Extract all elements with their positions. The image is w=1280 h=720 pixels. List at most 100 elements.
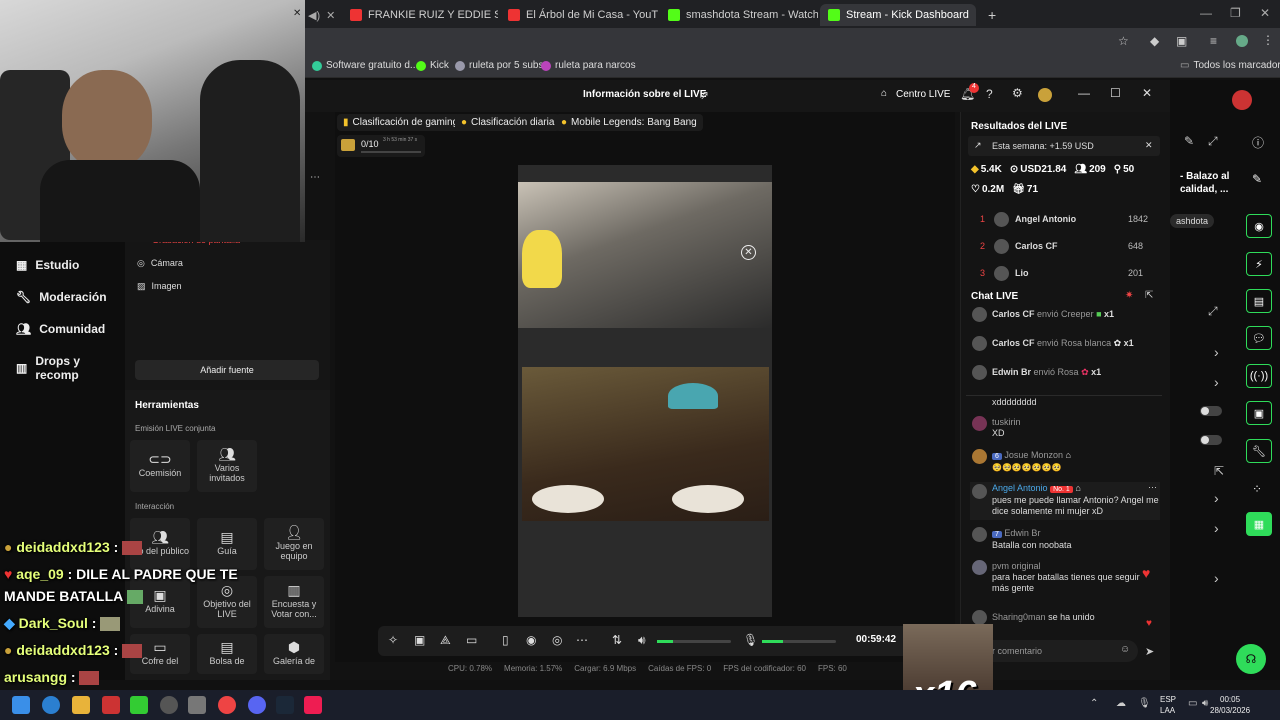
- ai-icon[interactable]: ⟁: [440, 633, 451, 648]
- chrome-icon[interactable]: [218, 696, 236, 714]
- language-layout[interactable]: LAA: [1160, 706, 1175, 715]
- more-icon[interactable]: ⋯: [576, 633, 588, 647]
- speaker-slider[interactable]: [657, 640, 731, 643]
- capcut-icon[interactable]: [102, 696, 120, 714]
- close-icon[interactable]: ✕: [1145, 140, 1153, 151]
- multi-guest-button[interactable]: 👥︎ Varios invitados: [197, 440, 257, 492]
- flash-tool-button[interactable]: ⚡︎: [1246, 252, 1272, 276]
- close-window-icon[interactable]: ✕: [1260, 6, 1270, 20]
- bookmark-software[interactable]: Software gratuito d...: [312, 60, 418, 71]
- obs-icon[interactable]: [160, 696, 178, 714]
- chat-message-selected[interactable]: Angel Antonio No. 1 ⌂ pues me puede llama…: [970, 482, 1160, 520]
- external-link-icon[interactable]: ⇱: [1214, 464, 1224, 478]
- send-icon[interactable]: ➤: [1145, 645, 1154, 658]
- source-image[interactable]: ▨ Imagen: [137, 281, 182, 292]
- extension-icon[interactable]: ◆: [1150, 34, 1159, 48]
- close-icon[interactable]: ✕: [975, 9, 976, 22]
- app-tool-button[interactable]: ▦: [1246, 512, 1272, 536]
- gear-icon[interactable]: ✷: [1125, 290, 1133, 301]
- toggle-switch[interactable]: [1200, 435, 1222, 445]
- tiktok-studio-icon[interactable]: [304, 696, 322, 714]
- minimize-icon[interactable]: —: [1200, 6, 1212, 20]
- close-icon[interactable]: ✕: [293, 8, 301, 19]
- goal-widget[interactable]: 0/10 3 h 53 min 37 s: [337, 135, 425, 157]
- minimize-app-icon[interactable]: —: [1078, 86, 1090, 100]
- nav-estudio[interactable]: ▦ Estudio: [16, 258, 79, 272]
- tab-smashdota[interactable]: smashdota Stream - Watch Live✕: [660, 4, 818, 26]
- language-indicator[interactable]: ESP: [1160, 695, 1176, 704]
- more-icon[interactable]: ⋯: [310, 172, 320, 183]
- coemision-button[interactable]: ⊂⊃ Coemisión: [130, 440, 190, 492]
- bookmark-ruleta-narcos[interactable]: ruleta para narcos: [541, 60, 636, 71]
- speaker-icon[interactable]: 🔊︎: [638, 633, 646, 648]
- broadcast-tool-button[interactable]: ((·)): [1246, 364, 1272, 388]
- nav-drops[interactable]: ▥ Drops y recomp: [16, 354, 125, 382]
- chip-gaming[interactable]: ▮ Clasificación de gaming: [337, 114, 465, 131]
- dots-icon[interactable]: ⁘: [1252, 482, 1262, 496]
- comment-input[interactable]: ir comentario ☺: [968, 640, 1138, 662]
- cloud-icon[interactable]: ☁: [1116, 698, 1126, 709]
- ranking-row[interactable]: 1 Angel Antonio 1842: [968, 210, 1160, 228]
- edit-icon[interactable]: ✎: [1184, 134, 1194, 148]
- chat-tool-button[interactable]: 💬︎: [1246, 326, 1272, 350]
- clock-time[interactable]: 00:05: [1220, 695, 1240, 704]
- info-icon[interactable]: ⓘ: [1252, 134, 1264, 151]
- maximize-icon[interactable]: ❐: [1230, 6, 1241, 20]
- star-icon[interactable]: ☆: [1118, 34, 1129, 48]
- volume-icon[interactable]: 🔊︎: [1202, 698, 1208, 709]
- mic-tray-icon[interactable]: 🎙︎: [1138, 698, 1151, 709]
- new-tab-button[interactable]: +: [980, 4, 1000, 26]
- close-app-icon[interactable]: ✕: [1142, 86, 1152, 100]
- more-options-icon[interactable]: ⋯: [1148, 482, 1157, 493]
- chevron-right-icon[interactable]: ›: [1214, 520, 1219, 536]
- nav-comunidad[interactable]: 👥︎ Comunidad: [16, 322, 105, 336]
- add-source-button[interactable]: Añadir fuente: [135, 360, 319, 380]
- close-overlay-icon[interactable]: ✕: [741, 245, 756, 260]
- wrench-tool-button[interactable]: 🔧︎: [1246, 439, 1272, 463]
- profile-avatar[interactable]: [1232, 90, 1252, 110]
- bookmark-kick[interactable]: Kick: [416, 60, 449, 71]
- adjust-icon[interactable]: ⇅: [612, 633, 622, 647]
- menu-icon[interactable]: ⋮: [1262, 33, 1274, 47]
- tab-partial[interactable]: ◀) ✕: [300, 4, 340, 26]
- toggle-switch[interactable]: [1200, 406, 1222, 416]
- tray-chevron-icon[interactable]: ⌃: [1090, 698, 1098, 709]
- share-icon[interactable]: ⇗: [699, 88, 709, 102]
- tab-frankie[interactable]: FRANKIE RUIZ Y EDDIE SANTIAG✕: [342, 4, 498, 26]
- help-icon[interactable]: ?: [986, 87, 993, 101]
- edge-icon[interactable]: [42, 696, 60, 714]
- clipboard-tool-button[interactable]: ▤: [1246, 289, 1272, 313]
- maximize-app-icon[interactable]: ☐: [1110, 86, 1121, 100]
- nav-moderacion[interactable]: 🔧︎ Moderación: [16, 290, 107, 304]
- tab-kick-dashboard[interactable]: Stream - Kick Dashboard✕: [820, 4, 976, 26]
- add-scene-icon[interactable]: ▭: [466, 633, 477, 647]
- user-avatar[interactable]: [1038, 88, 1052, 102]
- chip-daily[interactable]: ● Clasificación diaria: [455, 114, 561, 131]
- tab-arbol[interactable]: El Árbol de Mi Casa - YouTube✕: [500, 4, 658, 26]
- media-icon[interactable]: ≡: [1210, 34, 1217, 48]
- centro-live-link[interactable]: Centro LIVE: [896, 89, 950, 100]
- effects-icon[interactable]: ◎: [552, 633, 562, 647]
- phone-icon[interactable]: ▯: [502, 633, 509, 647]
- bookmark-ruleta-subs[interactable]: ruleta por 5 subs: [455, 60, 544, 71]
- puzzle-icon[interactable]: ▣: [1176, 34, 1187, 48]
- pencil-icon[interactable]: ✎: [1252, 172, 1262, 186]
- expand-icon[interactable]: ⤢: [1208, 304, 1218, 319]
- settings-icon[interactable]: ⚙: [1012, 86, 1023, 100]
- ranking-row[interactable]: 2 Carlos CF 648: [968, 237, 1160, 255]
- discord-icon[interactable]: [248, 696, 266, 714]
- record-icon[interactable]: ◉: [526, 633, 536, 647]
- app-icon[interactable]: [188, 696, 206, 714]
- clock-date[interactable]: 28/03/2026: [1210, 706, 1250, 715]
- chevron-right-icon[interactable]: ›: [1214, 490, 1219, 506]
- file-explorer-icon[interactable]: [72, 696, 90, 714]
- mic-slider[interactable]: [762, 640, 836, 643]
- layout-tool-button[interactable]: ▣: [1246, 401, 1272, 425]
- camera-tool-button[interactable]: ◉: [1246, 214, 1272, 238]
- network-icon[interactable]: ▭: [1188, 698, 1197, 709]
- magic-icon[interactable]: ✧: [388, 633, 398, 647]
- popout-icon[interactable]: ⇱: [1145, 290, 1153, 301]
- windows-start-icon[interactable]: [12, 696, 30, 714]
- all-bookmarks[interactable]: ▭Todos los marcadores: [1180, 60, 1280, 71]
- source-camera[interactable]: ◎ Cámara: [137, 258, 183, 269]
